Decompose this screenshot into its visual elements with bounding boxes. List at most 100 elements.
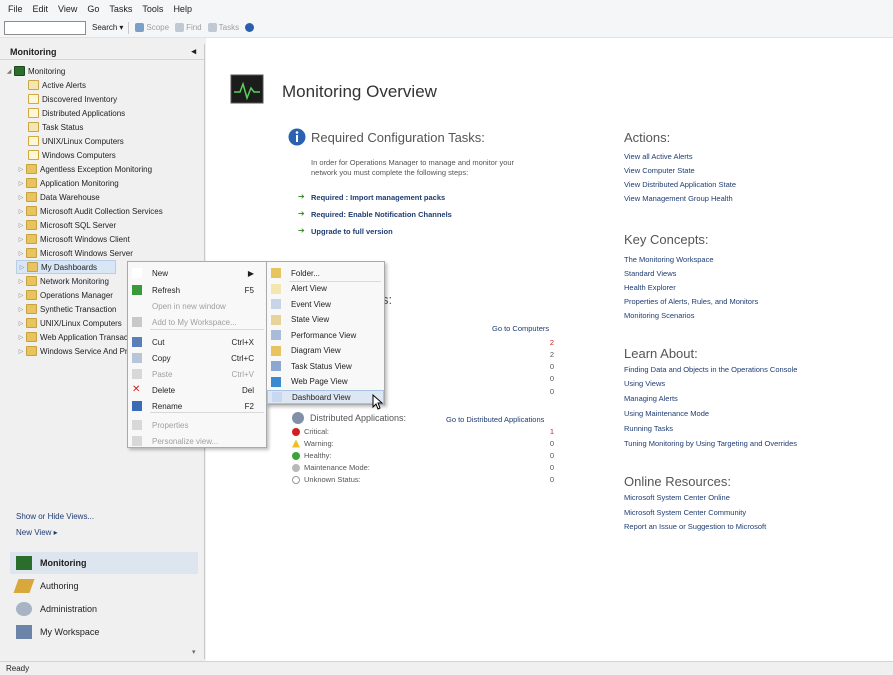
context-menu-open-new-window[interactable]: Open in new window: [128, 299, 266, 313]
menu-tasks[interactable]: Tasks: [104, 4, 137, 14]
collapsed-arrow-icon[interactable]: ▷: [17, 264, 27, 271]
tree-item[interactable]: Task Status: [18, 120, 83, 134]
online-link[interactable]: Microsoft System Center Online: [624, 493, 730, 502]
tree-item[interactable]: ▷ Microsoft Windows Client: [16, 232, 130, 246]
tree-root-monitoring[interactable]: ◢ Monitoring: [4, 64, 65, 78]
menu-file[interactable]: File: [3, 4, 28, 14]
action-link[interactable]: View Computer State: [624, 166, 695, 175]
tree-item[interactable]: ▷ Agentless Exception Monitoring: [16, 162, 152, 176]
tree-item[interactable]: ▷ Microsoft Windows Server: [16, 246, 133, 260]
folder-icon: [26, 304, 37, 314]
tree-item[interactable]: ▷ Data Warehouse: [16, 190, 100, 204]
tree-item[interactable]: Discovered Inventory: [18, 92, 117, 106]
online-link[interactable]: Microsoft System Center Community: [624, 508, 746, 517]
tree-item[interactable]: ▷ Microsoft SQL Server: [16, 218, 116, 232]
search-button[interactable]: Search ▾: [92, 23, 123, 32]
tree-item[interactable]: ▷ UNIX/Linux Computers: [16, 316, 122, 330]
context-menu-delete[interactable]: ✕ Delete Del: [128, 383, 266, 397]
key-concept-link[interactable]: The Monitoring Workspace: [624, 255, 713, 264]
tree-item[interactable]: Active Alerts: [18, 78, 86, 92]
collapsed-arrow-icon[interactable]: ▷: [16, 166, 26, 173]
learn-link[interactable]: Finding Data and Objects in the Operatio…: [624, 365, 797, 374]
learn-link[interactable]: Using Maintenance Mode: [624, 409, 709, 418]
collapsed-arrow-icon[interactable]: ▷: [16, 348, 26, 355]
menu-help[interactable]: Help: [168, 4, 197, 14]
tree-item[interactable]: ▷ Application Monitoring: [16, 176, 119, 190]
menu-tools[interactable]: Tools: [137, 4, 168, 14]
go-to-distributed-apps-link[interactable]: Go to Distributed Applications: [446, 415, 544, 424]
key-concept-link[interactable]: Monitoring Scenarios: [624, 311, 694, 320]
collapsed-arrow-icon[interactable]: ▷: [16, 334, 26, 341]
new-view-link[interactable]: New View ▸: [16, 528, 58, 537]
context-menu-rename[interactable]: Rename F2: [128, 399, 266, 413]
wunderbar-monitoring[interactable]: Monitoring: [10, 552, 198, 574]
submenu-event-view[interactable]: Event View: [267, 297, 384, 311]
collapsed-arrow-icon[interactable]: ▷: [16, 292, 26, 299]
collapsed-arrow-icon[interactable]: ▷: [16, 208, 26, 215]
collapsed-arrow-icon[interactable]: ▷: [16, 278, 26, 285]
tree-item[interactable]: Distributed Applications: [18, 106, 125, 120]
learn-link[interactable]: Tuning Monitoring by Using Targeting and…: [624, 439, 797, 448]
learn-link[interactable]: Running Tasks: [624, 424, 673, 433]
collapsed-arrow-icon[interactable]: ▷: [16, 222, 26, 229]
wunderbar-administration[interactable]: Administration: [10, 598, 198, 620]
menu-edit[interactable]: Edit: [28, 4, 54, 14]
submenu-dashboard-view[interactable]: Dashboard View: [267, 390, 384, 404]
tree-item[interactable]: Windows Computers: [18, 148, 116, 162]
submenu-diagram-view[interactable]: Diagram View: [267, 344, 384, 358]
collapsed-arrow-icon[interactable]: ▷: [16, 250, 26, 257]
tree-item[interactable]: ▷ Synthetic Transaction: [16, 302, 116, 316]
wunderbar-authoring[interactable]: Authoring: [10, 575, 198, 597]
context-menu-new[interactable]: New ▶: [128, 266, 266, 280]
learn-link[interactable]: Managing Alerts: [624, 394, 678, 403]
context-menu-refresh[interactable]: Refresh F5: [128, 283, 266, 297]
import-management-packs-link[interactable]: Required : Import management packs: [311, 193, 445, 202]
wunderbar-my-workspace[interactable]: My Workspace: [10, 621, 198, 643]
help-button[interactable]: [245, 23, 255, 32]
enable-notification-channels-link[interactable]: Required: Enable Notification Channels: [311, 210, 452, 219]
collapsed-arrow-icon[interactable]: ▷: [16, 306, 26, 313]
tree-item-label: Task Status: [42, 122, 84, 132]
expanded-arrow-icon[interactable]: ◢: [4, 68, 14, 75]
key-concept-link[interactable]: Standard Views: [624, 269, 676, 278]
online-link[interactable]: Report an Issue or Suggestion to Microso…: [624, 522, 766, 531]
learn-link[interactable]: Using Views: [624, 379, 665, 388]
menu-go[interactable]: Go: [82, 4, 104, 14]
context-menu-copy[interactable]: Copy Ctrl+C: [128, 351, 266, 365]
show-hide-views-link[interactable]: Show or Hide Views...: [16, 512, 94, 521]
key-concept-link[interactable]: Health Explorer: [624, 283, 676, 292]
tree-item[interactable]: UNIX/Linux Computers: [18, 134, 124, 148]
context-menu-cut[interactable]: Cut Ctrl+X: [128, 335, 266, 349]
scope-button[interactable]: Scope: [135, 23, 169, 32]
collapsed-arrow-icon[interactable]: ▷: [16, 194, 26, 201]
submenu-state-view[interactable]: State View: [267, 313, 384, 327]
tasks-button[interactable]: Tasks: [207, 23, 239, 32]
collapsed-arrow-icon[interactable]: ▷: [16, 180, 26, 187]
submenu-folder[interactable]: Folder...: [267, 266, 384, 280]
action-link[interactable]: View Management Group Health: [624, 194, 733, 203]
configure-buttons-icon[interactable]: ▾: [192, 648, 196, 656]
menu-view[interactable]: View: [53, 4, 82, 14]
tree-item[interactable]: ▷ My Dashboards: [16, 260, 116, 274]
action-link[interactable]: View Distributed Application State: [624, 180, 736, 189]
collapsed-arrow-icon[interactable]: ▷: [16, 236, 26, 243]
context-menu-add-to-workspace[interactable]: Add to My Workspace...: [128, 315, 266, 329]
context-menu-properties[interactable]: Properties: [128, 418, 266, 432]
find-button[interactable]: Find: [175, 23, 202, 32]
collapsed-arrow-icon[interactable]: ▷: [16, 320, 26, 327]
action-link[interactable]: View all Active Alerts: [624, 152, 693, 161]
upgrade-link[interactable]: Upgrade to full version: [311, 227, 393, 236]
submenu-alert-view[interactable]: Alert View: [267, 282, 384, 296]
context-menu-paste[interactable]: Paste Ctrl+V: [128, 367, 266, 381]
submenu-task-status-view[interactable]: Task Status View: [267, 359, 384, 373]
context-menu-personalize-view[interactable]: Personalize view...: [128, 434, 266, 448]
collapse-pane-icon[interactable]: ◂: [191, 46, 196, 57]
key-concept-link[interactable]: Properties of Alerts, Rules, and Monitor…: [624, 297, 758, 306]
tree-item[interactable]: ▷ Operations Manager: [16, 288, 113, 302]
submenu-web-page-view[interactable]: Web Page View: [267, 375, 384, 389]
tree-item[interactable]: ▷ Network Monitoring: [16, 274, 109, 288]
submenu-performance-view[interactable]: Performance View: [267, 328, 384, 342]
search-input[interactable]: [4, 20, 86, 35]
tree-item[interactable]: ▷ Microsoft Audit Collection Services: [16, 204, 163, 218]
go-to-computers-link[interactable]: Go to Computers: [492, 324, 549, 333]
